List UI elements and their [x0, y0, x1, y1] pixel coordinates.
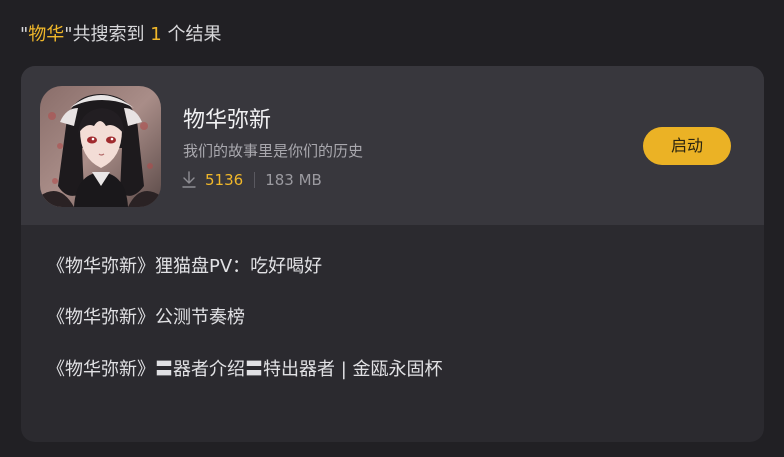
app-tagline: 我们的故事里是你们的历史: [183, 142, 364, 160]
character-portrait-icon: [40, 86, 161, 207]
summary-suffix: 个结果: [161, 24, 222, 45]
result-count: 1: [150, 24, 162, 45]
related-item[interactable]: 《物华弥新》公测节奏榜: [47, 303, 245, 329]
launch-button[interactable]: 启动: [643, 127, 731, 165]
summary-text: "共搜索到: [64, 24, 151, 45]
download-count: 5136: [205, 171, 244, 189]
meta-divider: [254, 172, 256, 188]
search-query: 物华: [28, 24, 65, 45]
app-icon[interactable]: [40, 86, 161, 207]
app-name: 物华弥新: [183, 108, 272, 133]
app-result-card: 物华弥新 我们的故事里是你们的历史 5136 183 MB 启动 《物华弥新》狸…: [21, 66, 764, 442]
related-item[interactable]: 《物华弥新》〓器者介绍〓特出器者 | 金瓯永固杯: [47, 355, 443, 381]
app-meta: 5136 183 MB: [181, 169, 322, 191]
related-item[interactable]: 《物华弥新》狸猫盘PV：吃好喝好: [47, 252, 322, 278]
app-header[interactable]: 物华弥新 我们的故事里是你们的历史 5136 183 MB 启动: [21, 66, 764, 225]
search-result-summary: "物华"共搜索到 1 个结果: [20, 20, 221, 46]
app-size: 183 MB: [265, 171, 322, 189]
download-icon: [182, 171, 196, 188]
